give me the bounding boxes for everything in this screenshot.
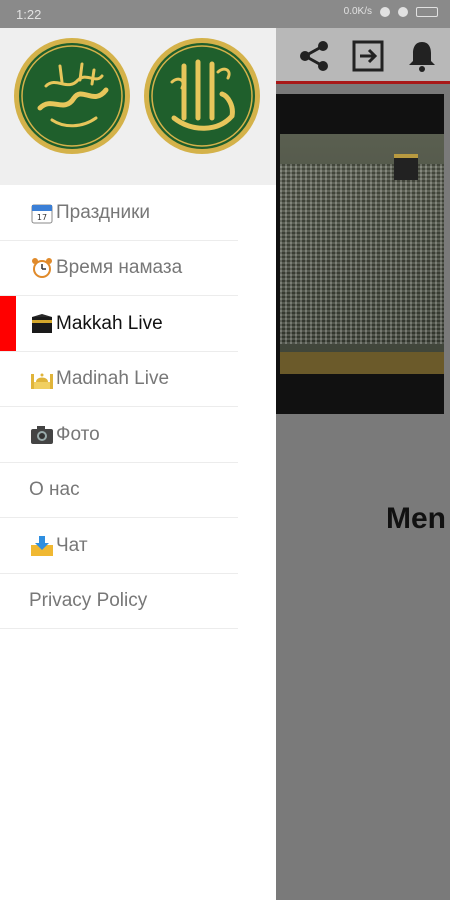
bell-icon[interactable] <box>402 36 442 76</box>
navigation-drawer[interactable]: 17 Праздники Время намаза Makkah Live Ma… <box>0 28 276 900</box>
video-frame <box>280 134 444 374</box>
status-time: 1:22 <box>16 7 42 22</box>
menu-item-madinah-live[interactable]: Madinah Live <box>0 352 276 408</box>
menu-item-holidays[interactable]: 17 Праздники <box>0 185 276 241</box>
active-indicator <box>0 296 16 351</box>
status-icons: 0.0K/s <box>344 6 438 17</box>
mosque-icon <box>29 366 55 392</box>
kaaba-icon <box>29 311 55 337</box>
video-ticker <box>280 352 444 374</box>
wifi-icon <box>398 6 408 17</box>
exit-icon[interactable] <box>348 36 388 76</box>
app-toolbar <box>276 28 450 84</box>
page-heading: Men <box>386 502 446 535</box>
menu-item-label: Чат <box>56 534 88 556</box>
allah-calligraphy-logo <box>142 36 262 156</box>
inbox-download-icon <box>29 533 55 559</box>
muhammad-calligraphy-logo <box>12 36 132 156</box>
menu-item-label: Праздники <box>56 201 150 223</box>
menu-item-makkah-live[interactable]: Makkah Live <box>0 296 276 352</box>
menu-item-label: Время намаза <box>56 257 183 279</box>
alarm-clock-icon <box>29 255 55 281</box>
alarm-icon <box>380 6 390 17</box>
menu-item-privacy-policy[interactable]: Privacy Policy <box>0 574 276 630</box>
kaaba-image <box>394 154 418 180</box>
drawer-menu: 17 Праздники Время намаза Makkah Live Ma… <box>0 185 276 629</box>
drawer-header <box>0 28 276 185</box>
network-speed: 0.0K/s <box>343 6 372 17</box>
camera-icon <box>29 422 55 448</box>
menu-item-label: Фото <box>56 423 100 445</box>
calendar-icon: 17 <box>29 200 55 226</box>
share-icon[interactable] <box>294 36 334 76</box>
menu-item-label: Madinah Live <box>56 368 170 390</box>
menu-item-about[interactable]: О нас <box>0 463 276 519</box>
menu-item-prayer-time[interactable]: Время намаза <box>0 241 276 297</box>
battery-icon <box>416 6 438 17</box>
menu-item-chat[interactable]: Чат <box>0 518 276 574</box>
menu-item-label: Makkah Live <box>56 312 163 334</box>
svg-text:17: 17 <box>37 213 47 222</box>
makkah-live-video[interactable] <box>276 94 444 414</box>
menu-item-label: Privacy Policy <box>29 590 148 612</box>
menu-item-photo[interactable]: Фото <box>0 407 276 463</box>
pilgrims-crowd-image <box>280 164 444 344</box>
status-bar: 1:22 0.0K/s <box>0 0 450 28</box>
menu-item-label: О нас <box>29 479 80 501</box>
